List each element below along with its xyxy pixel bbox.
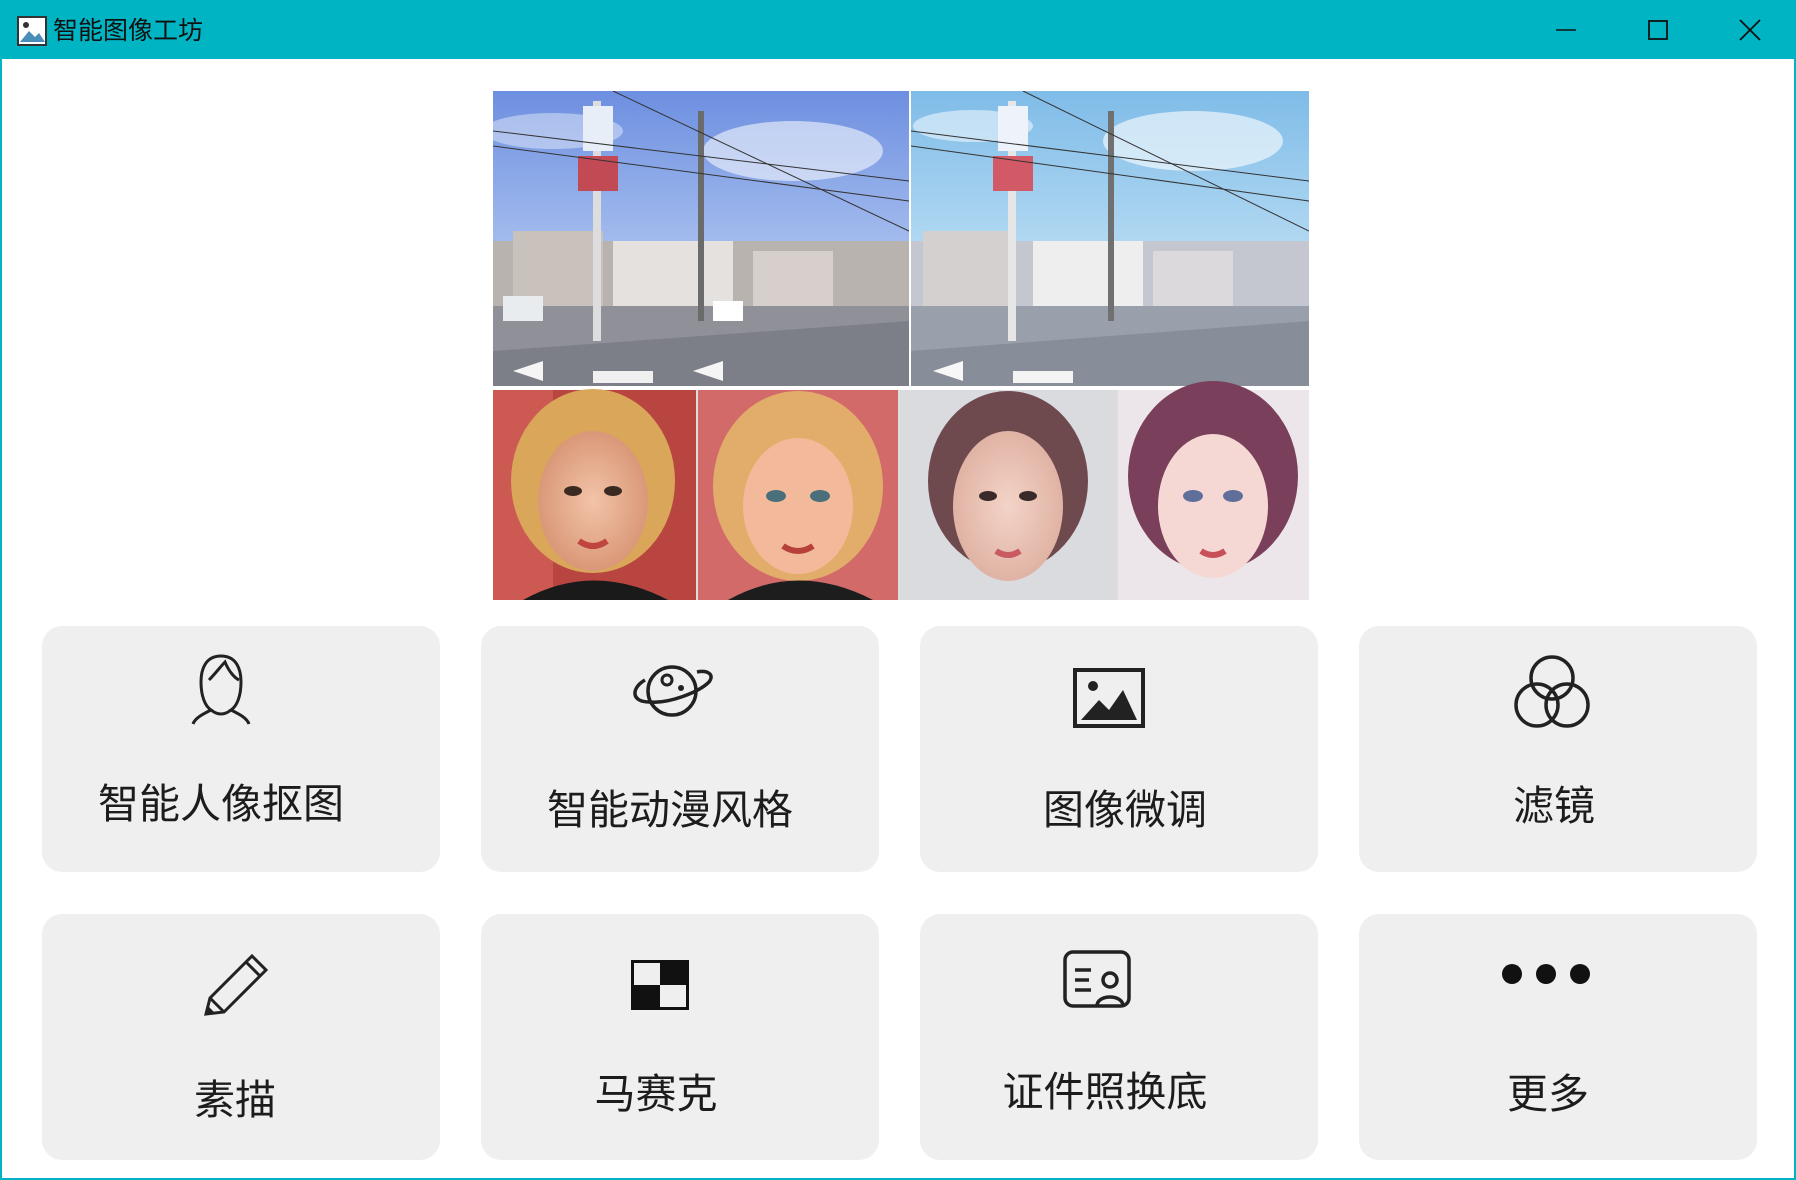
feature-filter-button[interactable]: 滤镜 (1359, 626, 1757, 872)
app-window: 智能图像工坊 智能人像抠图 智能动漫风格 图像微调 滤镜 素描 马赛克 证件照换… (0, 0, 1796, 1180)
close-icon (1739, 19, 1761, 41)
feature-label: 智能动漫风格 (547, 786, 793, 834)
portrait-1-anime (698, 390, 898, 600)
feature-mosaic-button[interactable]: 马赛克 (481, 914, 879, 1160)
feature-image-adjust-button[interactable]: 图像微调 (920, 626, 1318, 872)
portrait-2-anime (1118, 381, 1309, 600)
filter-circles-icon (1353, 654, 1751, 732)
street-photo-anime (910, 91, 1309, 386)
image-icon (910, 668, 1308, 728)
maximize-button[interactable] (1612, 2, 1704, 59)
portrait-2-original (900, 390, 1116, 600)
feature-more-button[interactable]: 更多 (1359, 914, 1757, 1160)
title-bar: 智能图像工坊 (2, 2, 1796, 59)
close-button[interactable] (1704, 2, 1796, 59)
feature-label: 更多 (1507, 1070, 1589, 1118)
feature-label: 滤镜 (1513, 782, 1595, 830)
feature-sketch-button[interactable]: 素描 (42, 914, 440, 1160)
maximize-icon (1648, 20, 1668, 40)
feature-label: 素描 (194, 1076, 276, 1124)
planet-icon (473, 658, 871, 724)
street-photo-original (493, 91, 910, 386)
feature-label: 图像微调 (1043, 786, 1207, 834)
feature-label: 马赛克 (594, 1070, 718, 1118)
more-dots-icon (1347, 962, 1745, 986)
mosaic-icon (461, 960, 859, 1010)
example-banner (493, 91, 1309, 600)
feature-portrait-matting-button[interactable]: 智能人像抠图 (42, 626, 440, 872)
feature-label: 智能人像抠图 (98, 780, 344, 828)
id-card-icon (898, 950, 1296, 1008)
pencil-icon (36, 952, 434, 1018)
minimize-button[interactable] (1520, 2, 1612, 59)
feature-id-photo-button[interactable]: 证件照换底 (920, 914, 1318, 1160)
minimize-icon (1556, 29, 1576, 31)
portrait-1-original (493, 389, 696, 600)
portrait-icon (22, 652, 420, 726)
feature-label: 证件照换底 (1002, 1068, 1208, 1116)
window-title: 智能图像工坊 (53, 16, 204, 45)
feature-anime-style-button[interactable]: 智能动漫风格 (481, 626, 879, 872)
app-logo-icon (17, 16, 47, 46)
